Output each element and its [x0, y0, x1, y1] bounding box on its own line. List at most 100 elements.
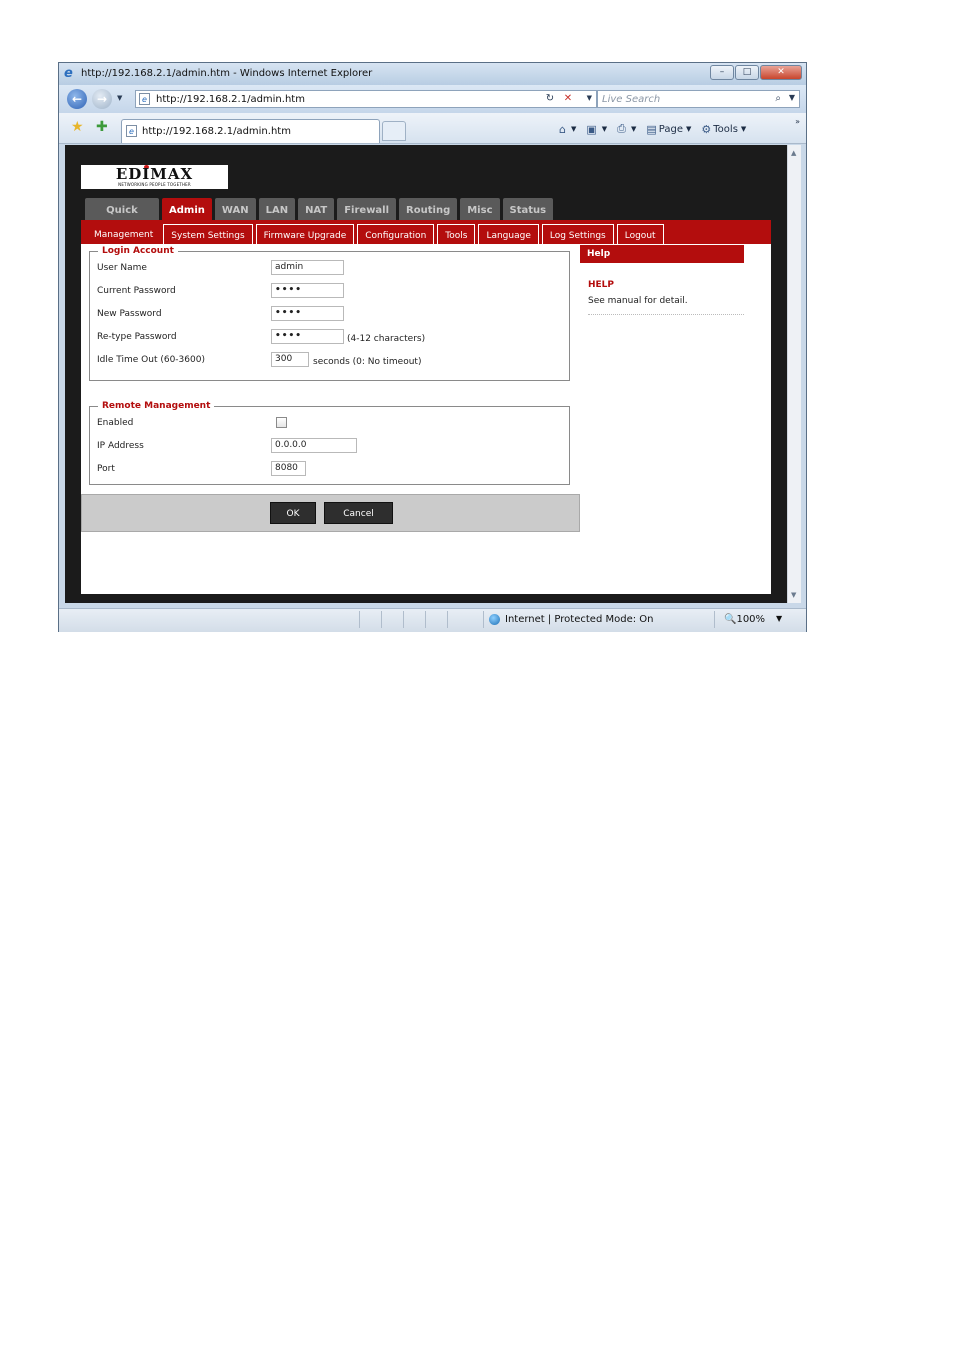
history-dropdown-icon[interactable]: ▼ — [117, 94, 122, 102]
navigation-bar: ← → ▼ e http://192.168.2.1/admin.htm ▼ ↻… — [59, 85, 806, 113]
more-commands-chevron-icon[interactable]: » — [795, 117, 800, 126]
tab-misc[interactable]: Misc — [460, 198, 500, 220]
search-box[interactable]: Live Search ⌕ ▼ — [597, 90, 800, 108]
address-bar[interactable]: e http://192.168.2.1/admin.htm ▼ — [135, 90, 597, 108]
printer-icon: ⎙ — [617, 122, 626, 135]
user-name-input[interactable]: admin — [271, 260, 344, 275]
tab-page-icon: e — [126, 125, 137, 137]
new-password-label: New Password — [97, 309, 162, 319]
zoom-level[interactable]: 🔍100% — [724, 614, 765, 625]
remote-enabled-checkbox[interactable] — [276, 417, 287, 428]
subtab-management[interactable]: Management — [87, 224, 160, 244]
window-title: http://192.168.2.1/admin.htm - Windows I… — [81, 68, 373, 79]
page-menu-icon: ▤ — [646, 122, 657, 136]
ip-address-label: IP Address — [97, 441, 144, 451]
favorites-star-icon[interactable]: ★ — [71, 120, 84, 134]
maximize-button[interactable]: □ — [735, 65, 759, 80]
scroll-down-icon[interactable]: ▼ — [791, 591, 796, 599]
tab-title: http://192.168.2.1/admin.htm — [142, 126, 291, 137]
tab-nat[interactable]: NAT — [298, 198, 335, 220]
user-name-label: User Name — [97, 263, 147, 273]
subtab-tools[interactable]: Tools — [437, 224, 476, 244]
idle-timeout-label: Idle Time Out (60-3600) — [97, 355, 205, 365]
remote-management-legend: Remote Management — [102, 401, 211, 411]
subtab-language[interactable]: Language — [478, 224, 539, 244]
help-title: HELP — [588, 280, 615, 290]
tools-menu[interactable]: ⚙ Tools ▼ — [701, 122, 746, 136]
port-input[interactable]: 8080 — [271, 461, 306, 476]
new-password-input[interactable]: •••• — [271, 306, 344, 321]
print-button[interactable]: ⎙ ▼ — [617, 122, 636, 136]
enabled-label: Enabled — [97, 418, 134, 428]
scroll-up-icon[interactable]: ▲ — [791, 149, 796, 157]
gear-icon: ⚙ — [701, 122, 712, 136]
tools-menu-label: Tools — [713, 123, 738, 135]
search-icon[interactable]: ⌕ — [775, 93, 781, 104]
retype-password-label: Re-type Password — [97, 332, 177, 342]
security-zone[interactable]: Internet | Protected Mode: On — [489, 614, 653, 625]
idle-timeout-input[interactable]: 300 — [271, 352, 309, 367]
edimax-logo: EDIMAX NETWORKING PEOPLE TOGETHER — [81, 165, 228, 189]
page-menu[interactable]: ▤ Page ▼ — [646, 122, 691, 136]
status-separator — [447, 611, 448, 628]
tab-status[interactable]: Status — [502, 198, 554, 220]
status-separator — [381, 611, 382, 628]
page-content: EDIMAX NETWORKING PEOPLE TOGETHER Quick … — [65, 145, 787, 603]
tab-firewall[interactable]: Firewall — [337, 198, 397, 220]
subtab-configuration[interactable]: Configuration — [357, 224, 435, 244]
logo-text: EDIMAX — [115, 165, 194, 183]
browser-tab[interactable]: e http://192.168.2.1/admin.htm — [121, 119, 380, 143]
cancel-button[interactable]: Cancel — [324, 502, 393, 524]
back-button[interactable]: ← — [67, 89, 87, 109]
home-icon: ⌂ — [559, 122, 566, 136]
address-text: http://192.168.2.1/admin.htm — [156, 94, 305, 105]
stop-icon[interactable]: ✕ — [559, 90, 577, 108]
status-separator — [359, 611, 360, 628]
search-dropdown-icon[interactable]: ▼ — [789, 93, 795, 102]
search-placeholder: Live Search — [602, 94, 661, 105]
new-tab-button[interactable] — [382, 121, 406, 141]
close-button[interactable]: ✕ — [760, 65, 802, 80]
status-bar: Internet | Protected Mode: On 🔍100% ▼ — [59, 608, 806, 632]
address-dropdown-icon[interactable]: ▼ — [587, 94, 592, 102]
zoom-dropdown-icon[interactable]: ▼ — [776, 614, 782, 623]
feeds-button[interactable]: ▣ ▼ — [586, 122, 607, 136]
ie-logo-icon: e — [64, 66, 73, 81]
page-icon: e — [139, 93, 150, 105]
subtab-logout[interactable]: Logout — [616, 224, 664, 244]
browser-window: e http://192.168.2.1/admin.htm - Windows… — [58, 62, 807, 632]
ip-address-input[interactable]: 0.0.0.0 — [271, 438, 357, 453]
feeds-icon: ▣ — [586, 122, 597, 136]
port-label: Port — [97, 464, 115, 474]
retype-password-input[interactable]: •••• — [271, 329, 344, 344]
current-password-input[interactable]: •••• — [271, 283, 344, 298]
subtab-system-settings[interactable]: System Settings — [163, 224, 253, 244]
favorites-bar: ★ ✚ e http://192.168.2.1/admin.htm ⌂ ▼ ▣ ▼… — [59, 113, 806, 144]
security-zone-text: Internet | Protected Mode: On — [505, 614, 654, 625]
refresh-icon[interactable]: ↻ — [541, 90, 559, 108]
help-divider — [588, 314, 744, 315]
ok-button[interactable]: OK — [270, 502, 316, 524]
logo-tagline: NETWORKING PEOPLE TOGETHER — [118, 182, 191, 187]
status-separator — [403, 611, 404, 628]
status-separator — [483, 611, 484, 628]
password-length-hint: (4-12 characters) — [347, 334, 426, 344]
subtab-firmware-upgrade[interactable]: Firmware Upgrade — [255, 224, 355, 244]
subtab-log-settings[interactable]: Log Settings — [541, 224, 614, 244]
zoom-level-text: 100% — [736, 614, 766, 625]
action-bar: OK Cancel — [81, 494, 580, 532]
tab-admin[interactable]: Admin — [162, 198, 212, 220]
idle-timeout-hint: seconds (0: No timeout) — [313, 357, 422, 367]
forward-button[interactable]: → — [92, 89, 112, 109]
sub-navigation: Management System Settings Firmware Upgr… — [81, 220, 771, 244]
tab-lan[interactable]: LAN — [258, 198, 296, 220]
home-button[interactable]: ⌂ ▼ — [559, 122, 576, 136]
minimize-button[interactable]: – — [710, 65, 734, 80]
tab-routing[interactable]: Routing — [399, 198, 458, 220]
vertical-scrollbar[interactable]: ▲ ▼ — [787, 145, 801, 603]
tab-quick-setup[interactable]: Quick Setup — [85, 198, 159, 242]
tab-wan[interactable]: WAN — [214, 198, 256, 220]
title-bar: e http://192.168.2.1/admin.htm - Windows… — [59, 63, 806, 85]
add-favorite-icon[interactable]: ✚ — [96, 120, 108, 134]
help-text: See manual for detail. — [588, 296, 688, 306]
